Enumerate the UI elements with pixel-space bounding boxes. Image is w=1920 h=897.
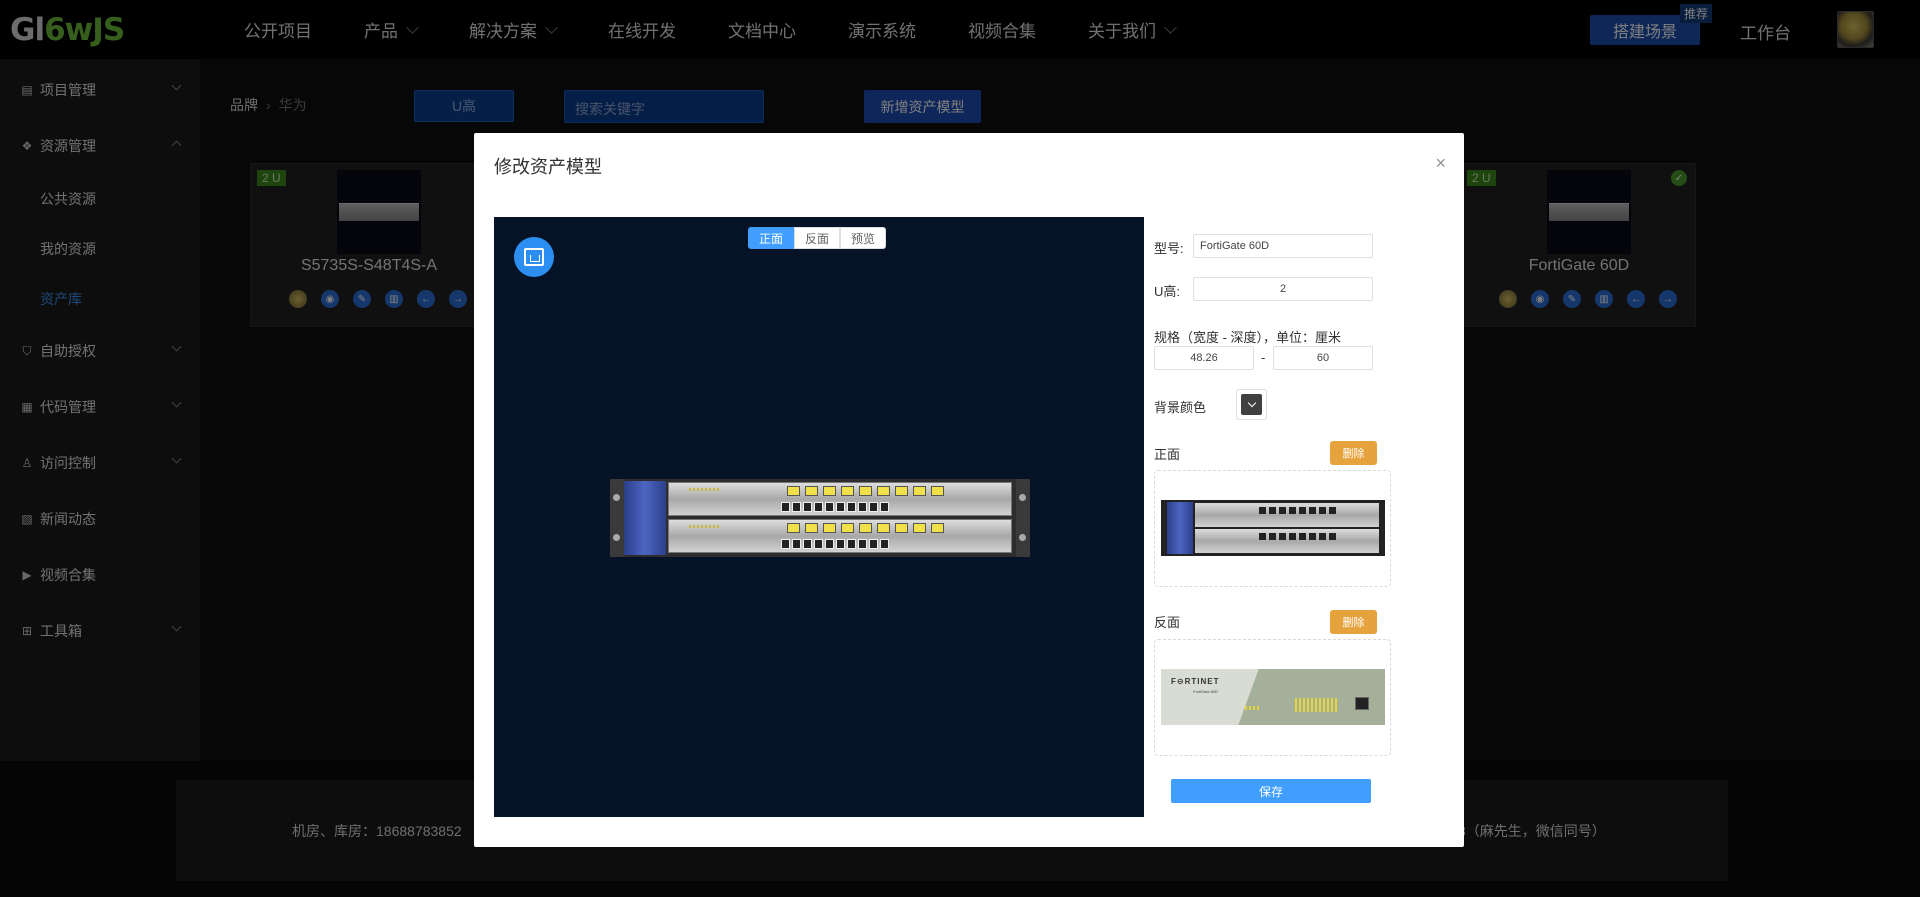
device-front-render bbox=[610, 479, 1030, 557]
front-image-upload[interactable] bbox=[1154, 470, 1391, 587]
back-image-upload[interactable]: F⊖RTINET FortiGate 60D bbox=[1154, 639, 1391, 756]
model-field[interactable]: FortiGate 60D bbox=[1193, 234, 1373, 258]
tab-back[interactable]: 反面 bbox=[794, 227, 841, 249]
depth-field[interactable]: 60 bbox=[1273, 346, 1373, 370]
bg-color-label: 背景颜色 bbox=[1154, 400, 1207, 415]
back-model-text: FortiGate 60D bbox=[1193, 689, 1219, 694]
view-tabs: 正面 反面 预览 bbox=[748, 227, 887, 249]
bg-color-picker[interactable] bbox=[1236, 389, 1267, 420]
model-preview-canvas[interactable]: 正面 反面 预览 bbox=[494, 217, 1144, 817]
dialog-title: 修改资产模型 bbox=[494, 157, 602, 177]
delete-back-button[interactable]: 删除 bbox=[1330, 610, 1377, 634]
back-image-thumbnail: F⊖RTINET FortiGate 60D bbox=[1161, 669, 1385, 725]
close-icon[interactable]: × bbox=[1435, 153, 1446, 174]
delete-front-button[interactable]: 删除 bbox=[1330, 441, 1377, 465]
tab-front[interactable]: 正面 bbox=[748, 227, 795, 249]
chevron-down-icon bbox=[1241, 394, 1262, 415]
network-port-icon[interactable] bbox=[514, 237, 554, 277]
spec-dash: - bbox=[1261, 350, 1266, 365]
spec-label: 规格（宽度 - 深度），单位：厘米 bbox=[1154, 330, 1342, 345]
front-image-label: 正面 bbox=[1154, 447, 1181, 462]
model-label: 型号: bbox=[1154, 241, 1184, 256]
width-field[interactable]: 48.26 bbox=[1154, 346, 1254, 370]
u-height-field[interactable]: 2 bbox=[1193, 277, 1373, 301]
u-height-label: U高: bbox=[1154, 284, 1181, 299]
edit-asset-model-dialog: 修改资产模型 × 正面 反面 预览 型号: FortiGate 60D U高: … bbox=[474, 133, 1464, 847]
save-button[interactable]: 保存 bbox=[1171, 779, 1371, 803]
fortinet-logo: F⊖RTINET bbox=[1171, 677, 1220, 686]
front-image-thumbnail bbox=[1161, 500, 1385, 556]
tab-preview[interactable]: 预览 bbox=[840, 227, 887, 249]
back-image-label: 反面 bbox=[1154, 615, 1181, 630]
